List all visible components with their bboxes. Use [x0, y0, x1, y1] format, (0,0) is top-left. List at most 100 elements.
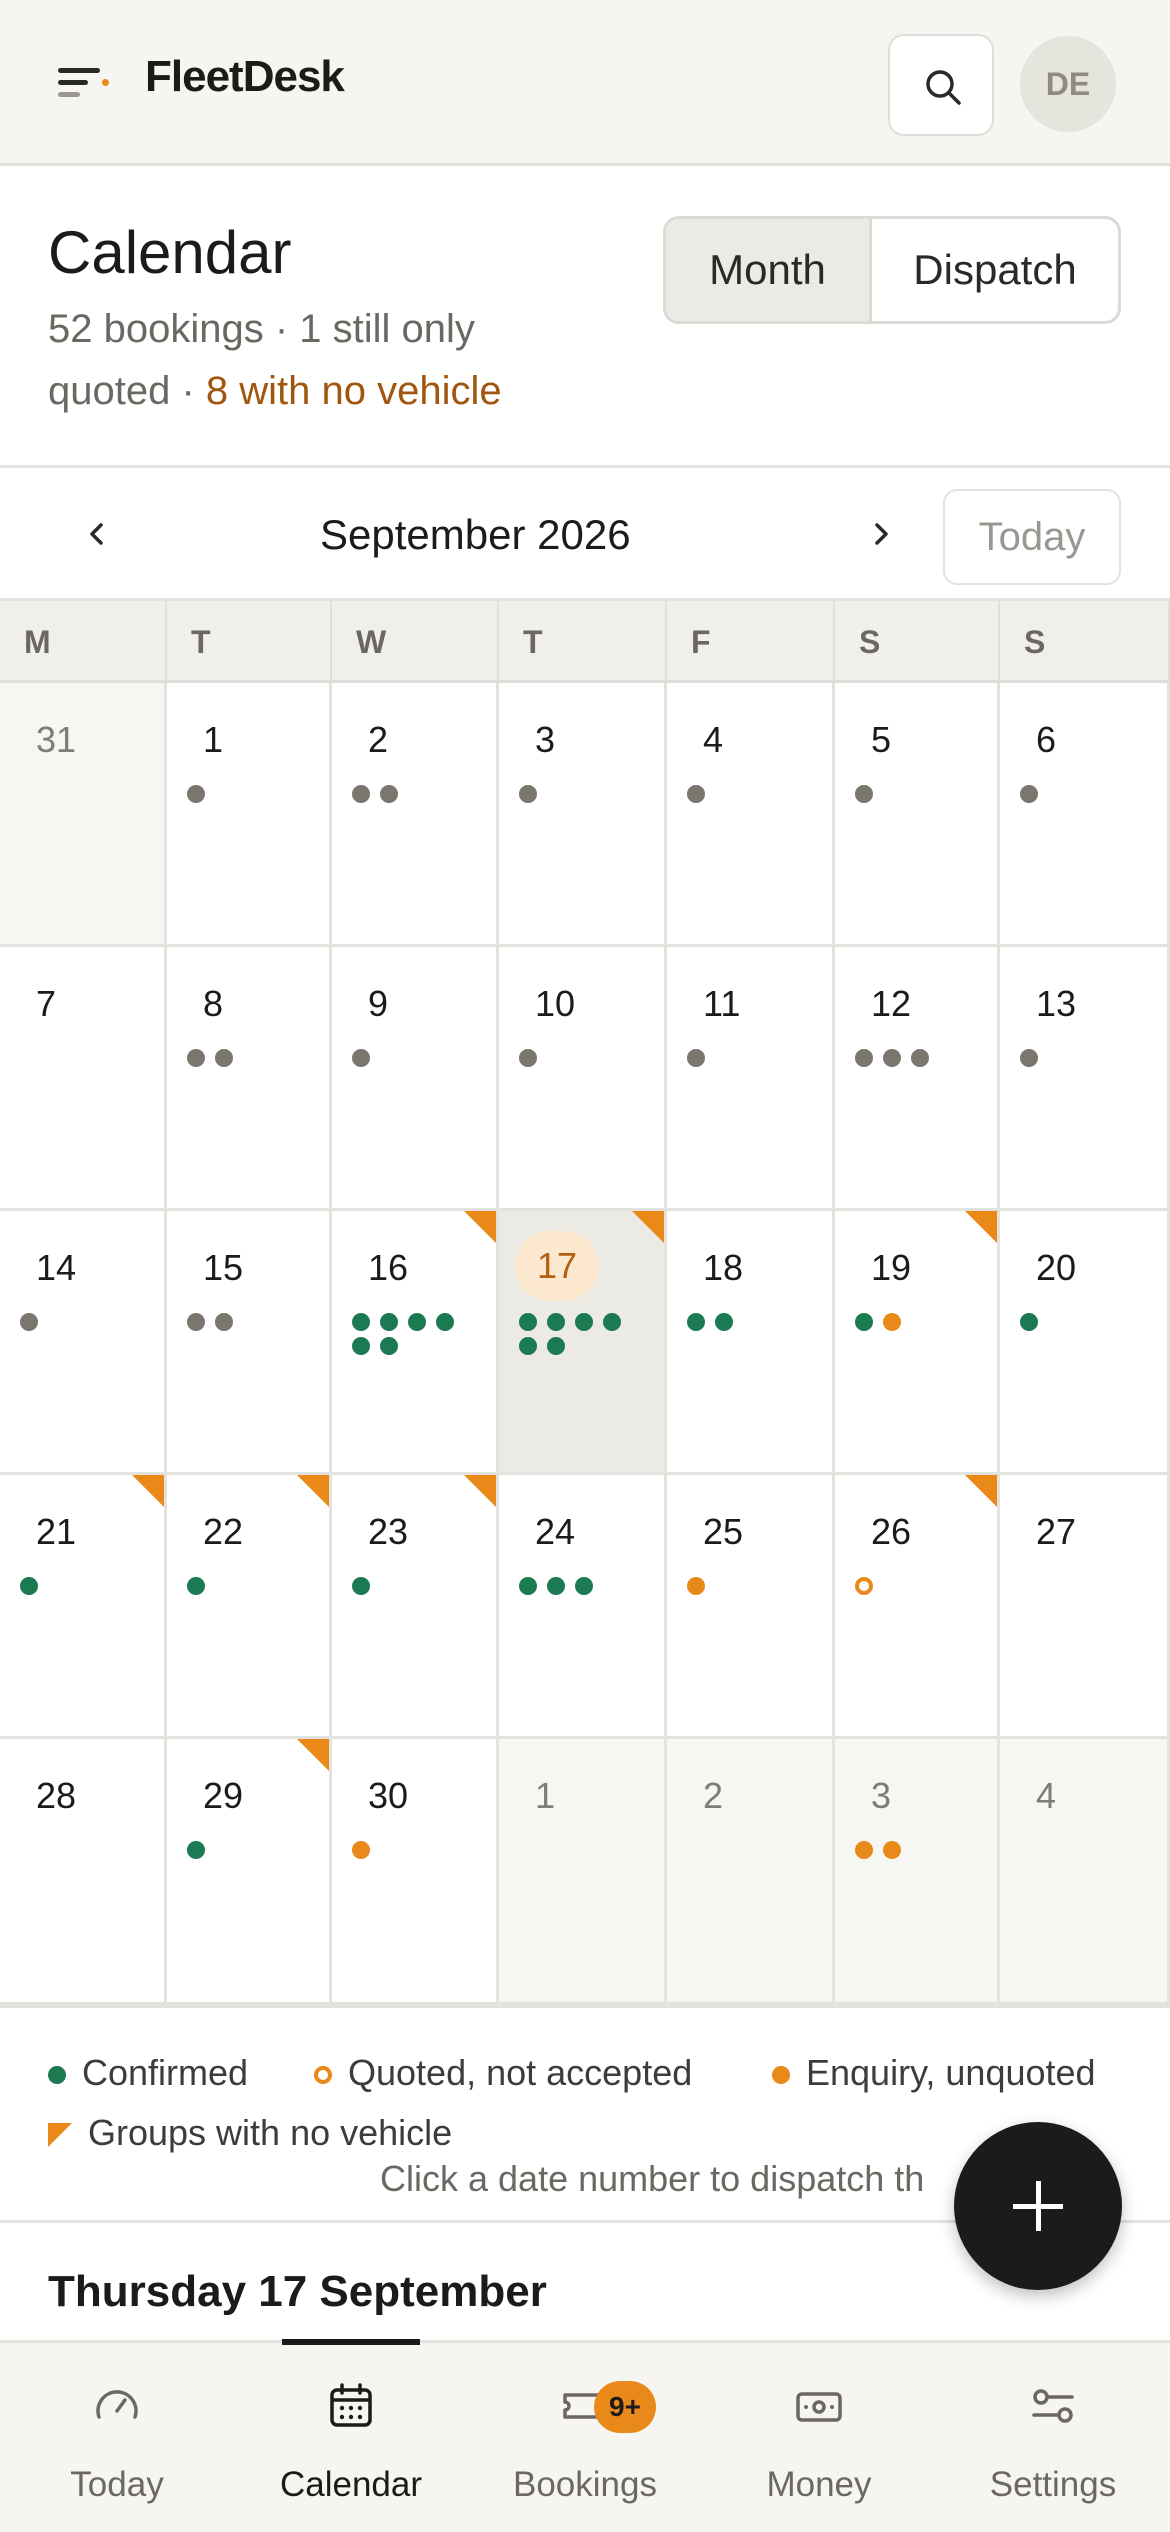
- date-number[interactable]: 18: [703, 1247, 743, 1289]
- date-number[interactable]: 24: [535, 1511, 575, 1553]
- green-booking-dot: [603, 1313, 621, 1331]
- calendar-day-cell[interactable]: 20: [1000, 1211, 1170, 1475]
- date-number[interactable]: 7: [36, 983, 56, 1025]
- date-number[interactable]: 6: [1036, 719, 1056, 761]
- date-number[interactable]: 13: [1036, 983, 1076, 1025]
- calendar-day-cell[interactable]: 7: [0, 947, 167, 1211]
- calendar-day-cell[interactable]: 14: [0, 1211, 167, 1475]
- calendar-day-cell[interactable]: 31: [0, 683, 167, 947]
- calendar-day-cell[interactable]: 13: [1000, 947, 1170, 1211]
- date-number[interactable]: 19: [871, 1247, 911, 1289]
- date-number[interactable]: 5: [871, 719, 891, 761]
- grey-booking-dot: [187, 1313, 205, 1331]
- calendar-day-cell[interactable]: 3: [835, 1739, 1000, 2005]
- no-vehicle-flag-icon: [132, 1475, 164, 1507]
- calendar-day-cell[interactable]: 23: [332, 1475, 499, 1739]
- date-number[interactable]: 4: [1036, 1775, 1056, 1817]
- calendar-day-cell[interactable]: 26: [835, 1475, 1000, 1739]
- date-number[interactable]: 15: [203, 1247, 243, 1289]
- tab-bookings[interactable]: 9+ Bookings: [468, 2343, 702, 2532]
- calendar-day-cell[interactable]: 18: [667, 1211, 835, 1475]
- calendar-day-cell[interactable]: 11: [667, 947, 835, 1211]
- calendar-day-cell[interactable]: 21: [0, 1475, 167, 1739]
- calendar-day-cell[interactable]: 4: [1000, 1739, 1170, 2005]
- booking-dots: [20, 1577, 140, 1601]
- calendar-day-cell[interactable]: 9: [332, 947, 499, 1211]
- grey-booking-dot: [687, 1049, 705, 1067]
- today-date-number[interactable]: 17: [515, 1231, 599, 1301]
- grey-booking-dot: [519, 1049, 537, 1067]
- calendar-day-cell[interactable]: 1: [499, 1739, 667, 2005]
- date-number[interactable]: 14: [36, 1247, 76, 1289]
- date-number[interactable]: 4: [703, 719, 723, 761]
- view-dispatch-button[interactable]: Dispatch: [872, 219, 1118, 321]
- next-month-button[interactable]: [856, 509, 906, 559]
- avatar[interactable]: DE: [1020, 36, 1116, 132]
- date-number[interactable]: 12: [871, 983, 911, 1025]
- search-icon: [926, 70, 961, 105]
- calendar-day-cell[interactable]: 12: [835, 947, 1000, 1211]
- calendar-day-cell[interactable]: 1: [167, 683, 332, 947]
- calendar-day-cell[interactable]: 22: [167, 1475, 332, 1739]
- booking-summary: 52 bookings · 1 still only quoted · 8 wi…: [48, 298, 608, 422]
- date-number[interactable]: 2: [703, 1775, 723, 1817]
- no-vehicle-warning[interactable]: 8 with no vehicle: [206, 369, 502, 413]
- date-number[interactable]: 1: [203, 719, 223, 761]
- date-number[interactable]: 1: [535, 1775, 555, 1817]
- view-month-button[interactable]: Month: [666, 219, 872, 321]
- green-booking-dot: [547, 1337, 565, 1355]
- calendar-day-cell[interactable]: 6: [1000, 683, 1170, 947]
- date-number[interactable]: 11: [703, 983, 740, 1025]
- date-number[interactable]: 31: [36, 719, 76, 761]
- date-number[interactable]: 2: [368, 719, 388, 761]
- date-number[interactable]: 21: [36, 1511, 76, 1553]
- calendar-day-cell[interactable]: 4: [667, 683, 835, 947]
- calendar-day-cell[interactable]: 15: [167, 1211, 332, 1475]
- search-button[interactable]: [888, 34, 994, 136]
- green-booking-dot: [380, 1337, 398, 1355]
- tab-settings[interactable]: Settings: [936, 2343, 1170, 2532]
- date-number[interactable]: 3: [535, 719, 555, 761]
- calendar-day-cell[interactable]: 2: [332, 683, 499, 947]
- calendar-day-cell[interactable]: 2: [667, 1739, 835, 2005]
- date-number[interactable]: 10: [535, 983, 575, 1025]
- calendar-day-cell[interactable]: 19: [835, 1211, 1000, 1475]
- calendar-day-cell[interactable]: 17: [499, 1211, 667, 1475]
- green-booking-dot: [519, 1313, 537, 1331]
- calendar-day-cell[interactable]: 3: [499, 683, 667, 947]
- bookings-badge: 9+: [594, 2381, 656, 2433]
- tab-money[interactable]: Money: [702, 2343, 936, 2532]
- date-number[interactable]: 16: [368, 1247, 408, 1289]
- green-booking-dot: [519, 1337, 537, 1355]
- date-number[interactable]: 26: [871, 1511, 911, 1553]
- date-number[interactable]: 3: [871, 1775, 891, 1817]
- date-number[interactable]: 25: [703, 1511, 743, 1553]
- tab-today[interactable]: Today: [0, 2343, 234, 2532]
- calendar-day-cell[interactable]: 10: [499, 947, 667, 1211]
- date-number[interactable]: 20: [1036, 1247, 1076, 1289]
- calendar-day-cell[interactable]: 25: [667, 1475, 835, 1739]
- calendar-day-cell[interactable]: 8: [167, 947, 332, 1211]
- date-number[interactable]: 28: [36, 1775, 76, 1817]
- date-number[interactable]: 9: [368, 983, 388, 1025]
- date-number[interactable]: 8: [203, 983, 223, 1025]
- tab-calendar[interactable]: Calendar: [234, 2339, 468, 2532]
- today-button[interactable]: Today: [943, 489, 1121, 585]
- no-vehicle-flag-icon: [48, 2123, 72, 2148]
- date-number[interactable]: 23: [368, 1511, 408, 1553]
- date-number[interactable]: 29: [203, 1775, 243, 1817]
- menu-icon[interactable]: [50, 60, 110, 104]
- calendar-day-cell[interactable]: 29: [167, 1739, 332, 2005]
- date-number[interactable]: 27: [1036, 1511, 1076, 1553]
- legend-confirmed-label: Confirmed: [82, 2052, 249, 2093]
- calendar-day-cell[interactable]: 16: [332, 1211, 499, 1475]
- calendar-day-cell[interactable]: 24: [499, 1475, 667, 1739]
- calendar-day-cell[interactable]: 28: [0, 1739, 167, 2005]
- date-number[interactable]: 30: [368, 1775, 408, 1817]
- add-booking-button[interactable]: [954, 2122, 1122, 2290]
- calendar-day-cell[interactable]: 27: [1000, 1475, 1170, 1739]
- calendar-day-cell[interactable]: 5: [835, 683, 1000, 947]
- date-number[interactable]: 22: [203, 1511, 243, 1553]
- previous-month-button[interactable]: [72, 509, 122, 559]
- calendar-day-cell[interactable]: 30: [332, 1739, 499, 2005]
